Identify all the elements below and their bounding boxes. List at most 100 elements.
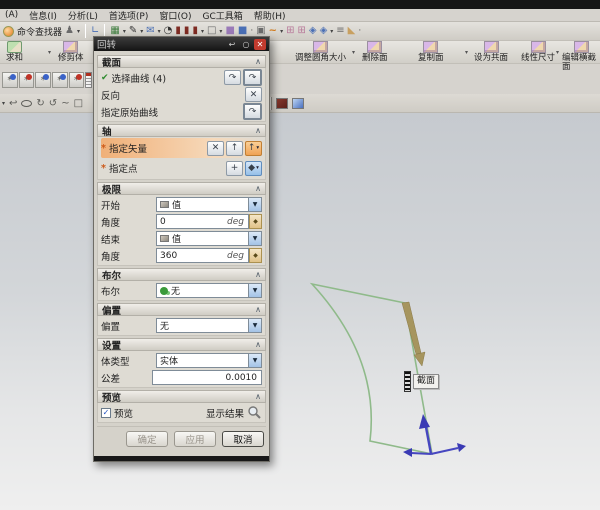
end-angle-spinner[interactable]: ◆ <box>249 248 262 263</box>
collapse-icon[interactable]: ∧ <box>255 184 261 193</box>
menu-item-information[interactable]: 信息(I) <box>29 9 57 22</box>
cartridge-dropdown-icon[interactable]: ▾ <box>201 28 204 35</box>
graphics-viewport[interactable]: 截面 <box>0 113 600 510</box>
menu-item-window[interactable]: 窗口(O) <box>159 9 191 22</box>
roles-dropdown-icon[interactable]: ▾ <box>77 28 80 35</box>
dropdown-sep-icon[interactable]: ▾ <box>556 49 559 56</box>
play-dropdown-icon[interactable]: ▾ <box>330 28 333 35</box>
curve-icon[interactable]: ~ <box>61 98 69 109</box>
start-angle-input[interactable]: 0 deg <box>156 214 249 229</box>
roles-icon[interactable]: ♟ <box>65 24 74 38</box>
toolbar-overflow-dot[interactable]: · <box>358 26 361 36</box>
start-angle-spinner[interactable]: ◆ <box>249 214 262 229</box>
menu-item-assembly[interactable]: (A) <box>5 10 18 20</box>
cancel-button[interactable]: 取消 <box>222 431 264 447</box>
menu-item-preferences[interactable]: 首选项(P) <box>109 9 148 22</box>
collapse-icon[interactable]: ∧ <box>255 305 261 314</box>
collapse-icon[interactable]: ∧ <box>255 57 261 66</box>
apply-button[interactable]: 应用 <box>174 431 216 447</box>
ok-button[interactable]: 确定 <box>126 431 168 447</box>
make-coplanar-button[interactable]: 设为共面 <box>474 41 508 63</box>
rect-icon[interactable]: □ <box>74 98 83 109</box>
hruler-icon[interactable]: ≡ <box>336 24 344 38</box>
spreadsheet-dropdown-icon[interactable]: ▾ <box>123 28 126 35</box>
spiral-cw-icon[interactable]: ↻ <box>36 98 44 109</box>
preview-group-header[interactable]: 预览 ∧ <box>97 390 266 403</box>
reverse-direction-button[interactable]: ✕ <box>245 87 262 102</box>
axis-group-header[interactable]: 轴 ∧ <box>97 124 266 137</box>
collapse-icon[interactable]: ∧ <box>255 270 261 279</box>
machining-icon-5[interactable]: * <box>69 72 85 88</box>
dropdown-sep-icon[interactable]: ▾ <box>465 49 468 56</box>
point-dialog-button[interactable]: + <box>226 161 243 176</box>
resize-blend-button[interactable]: 调整圆角大小 <box>295 41 346 63</box>
dialog-reset-button[interactable]: ↩ <box>226 39 238 50</box>
settings-group-header[interactable]: 设置 ∧ <box>97 338 266 351</box>
specify-point-row[interactable]: * 指定点 + ◆ ▾ <box>101 158 262 178</box>
tolerance-input[interactable]: 0.0010 <box>152 370 262 385</box>
dialog-title-bar[interactable]: 回转 ↩ ○ ✕ <box>94 37 269 51</box>
dropdown-sep-icon[interactable]: ▾ <box>352 49 355 56</box>
vector-type-dropdown[interactable]: ↑ ▾ <box>245 141 262 156</box>
collapse-icon[interactable]: ∧ <box>255 126 261 135</box>
dialog-options-button[interactable]: ○ <box>240 39 252 50</box>
point-type-dropdown[interactable]: ◆ ▾ <box>245 161 262 176</box>
offset-select[interactable]: 无 ▼ <box>156 318 262 333</box>
material-icon[interactable] <box>276 98 288 109</box>
drag-handle-icon[interactable] <box>404 371 411 392</box>
curve-dropdown-icon[interactable]: ▾ <box>2 100 5 107</box>
boolean-select[interactable]: 无 ▼ <box>156 283 262 298</box>
undo-hook-icon[interactable]: ↩ <box>9 98 17 109</box>
unite-button[interactable]: 求和 <box>6 41 23 63</box>
curve-rule-button[interactable]: ↷ <box>224 70 241 85</box>
orig-curve-button[interactable]: ↷ <box>243 103 262 120</box>
machining-icon-2[interactable]: * <box>19 72 35 88</box>
chevron-down-icon[interactable]: ▼ <box>248 284 261 297</box>
dialog-close-button[interactable]: ✕ <box>254 39 266 50</box>
boolean-group-header[interactable]: 布尔 ∧ <box>97 268 266 281</box>
menu-item-help[interactable]: 帮助(H) <box>254 9 286 22</box>
play-icon-1[interactable]: ◈ <box>309 24 317 38</box>
linear-dimension-button[interactable]: 线性尺寸 <box>521 41 555 63</box>
machining-icon-1[interactable]: * <box>2 72 18 88</box>
end-option-select[interactable]: 值 ▼ <box>156 231 262 246</box>
section-drag-handle[interactable]: 截面 <box>404 371 439 392</box>
menu-item-analysis[interactable]: 分析(L) <box>68 9 98 22</box>
link-icon-1[interactable]: ⊞ <box>286 24 294 38</box>
chevron-down-icon[interactable]: ▼ <box>248 198 261 211</box>
mail-dropdown-icon[interactable]: ▾ <box>158 28 161 35</box>
play-icon-2[interactable]: ◈ <box>320 24 328 38</box>
machining-icon-3[interactable]: * <box>35 72 51 88</box>
menu-item-gc-toolbox[interactable]: GC工具箱 <box>202 9 242 22</box>
offset-group-header[interactable]: 偏置 ∧ <box>97 303 266 316</box>
select-curve-button[interactable]: ↷ <box>243 69 262 86</box>
preview-checkbox[interactable]: ✓ <box>101 408 111 418</box>
edit-cross-section-button[interactable]: 编辑横截面 <box>562 41 600 72</box>
collapse-icon[interactable]: ∧ <box>255 340 261 349</box>
start-option-select[interactable]: 值 ▼ <box>156 197 262 212</box>
limits-group-header[interactable]: 极限 ∧ <box>97 182 266 195</box>
unite-dropdown-icon[interactable]: ▾ <box>48 49 51 56</box>
triangle-ruler-icon[interactable]: ◣ <box>348 24 356 38</box>
vertical-ruler-icon[interactable] <box>85 72 92 88</box>
dialog-resize-edge[interactable] <box>94 456 269 461</box>
vector-reverse-button[interactable]: ✕ <box>207 141 224 156</box>
view-dropdown-icon[interactable]: ▾ <box>219 28 222 35</box>
end-angle-input[interactable]: 360 deg <box>156 248 249 263</box>
pencil-dropdown-icon[interactable]: ▾ <box>140 28 143 35</box>
trim-body-button[interactable]: 修剪体 <box>58 41 84 63</box>
body-type-select[interactable]: 实体 ▼ <box>156 353 262 368</box>
machining-icon-4[interactable]: * <box>52 72 68 88</box>
vector-dialog-button[interactable]: ↑ <box>226 141 243 156</box>
show-result-magnifier-button[interactable] <box>247 405 262 420</box>
toolbar-overflow-dot[interactable]: · <box>250 26 253 36</box>
section-group-header[interactable]: 截面 ∧ <box>97 55 266 68</box>
chevron-down-icon[interactable]: ▼ <box>248 232 261 245</box>
collapse-icon[interactable]: ∧ <box>255 392 261 401</box>
spline-dropdown-icon[interactable]: ▾ <box>280 28 283 35</box>
link-icon-2[interactable]: ⊞ <box>297 24 305 38</box>
copy-face-button[interactable]: 复制面 <box>418 41 444 63</box>
chevron-down-icon[interactable]: ▼ <box>248 319 261 332</box>
shaded-cube-icon[interactable] <box>292 98 304 109</box>
command-finder-button[interactable]: 命令查找器 <box>17 25 62 38</box>
